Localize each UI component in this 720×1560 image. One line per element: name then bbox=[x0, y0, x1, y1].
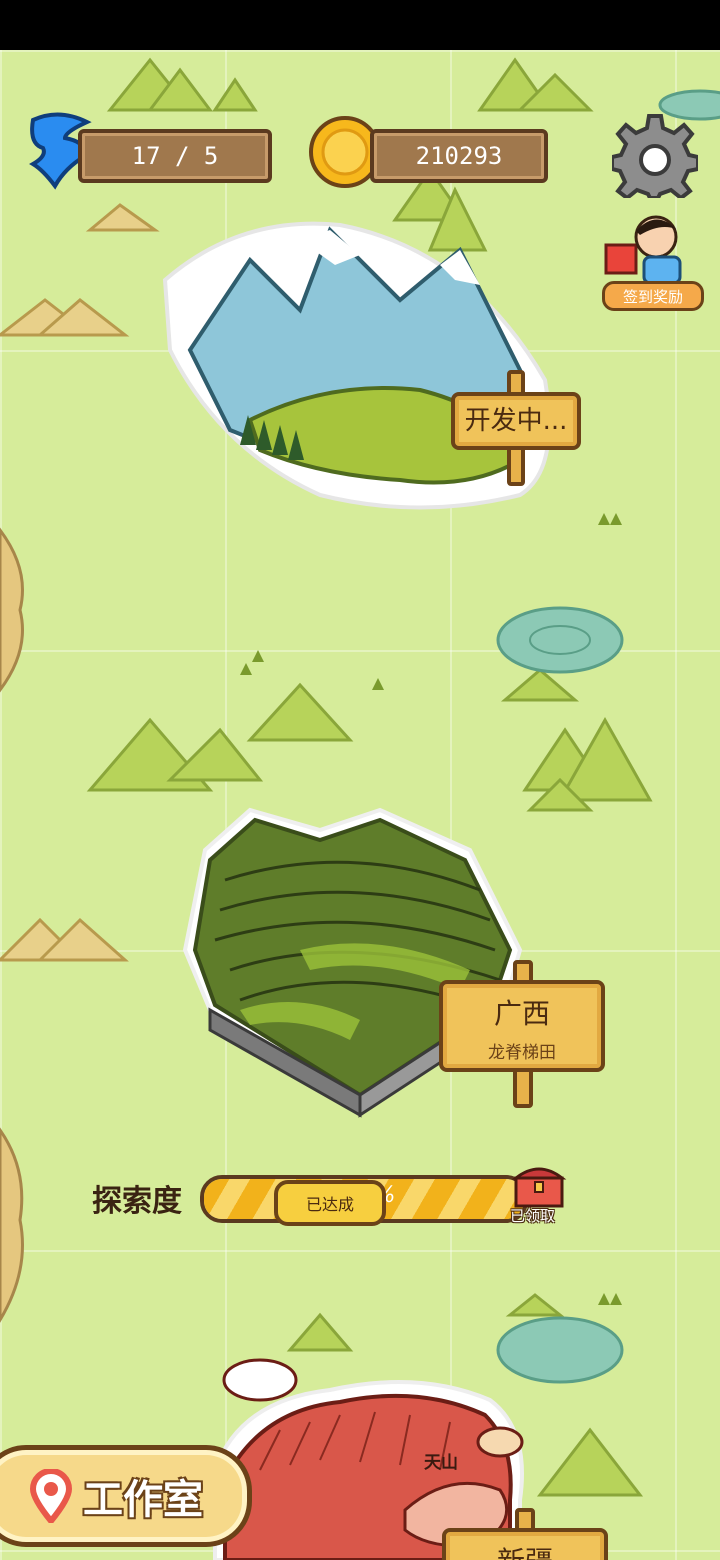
exploration-label: 探索度 bbox=[92, 1184, 182, 1219]
region-subtitle: 龙脊梯田 bbox=[488, 1043, 556, 1063]
checkin-character-icon bbox=[604, 215, 682, 285]
studio-label: 工作室 bbox=[83, 1477, 203, 1523]
coins-value: 210293 bbox=[415, 142, 503, 170]
region-xinjiang-sign[interactable]: 新疆 bbox=[442, 1528, 608, 1560]
checkin-label: 签到奖励 bbox=[602, 281, 704, 311]
location-pin-icon bbox=[29, 1469, 73, 1523]
region-guangxi-sign[interactable]: 广西 龙脊梯田 bbox=[439, 980, 605, 1072]
treasure-chest-icon[interactable] bbox=[510, 1160, 568, 1210]
coins-counter: 210293 bbox=[370, 129, 548, 183]
status-badge: 已达成 bbox=[274, 1180, 386, 1226]
region-title: 广西 bbox=[493, 997, 550, 1030]
game-map[interactable]: 17 / 5 210293 签到奖励 开发中... 广西 龙脊梯田 探索度 10… bbox=[0, 50, 720, 1560]
status-bar bbox=[0, 0, 720, 50]
energy-counter: 17 / 5 bbox=[78, 129, 272, 183]
chest-claimed-label: 已领取 bbox=[510, 1207, 556, 1225]
settings-gear-icon[interactable] bbox=[612, 112, 698, 198]
checkin-reward-button[interactable]: 签到奖励 bbox=[600, 205, 704, 317]
studio-button[interactable]: 工作室 bbox=[0, 1445, 252, 1547]
energy-value: 17 / 5 bbox=[131, 142, 219, 170]
landmark-label: 天山 bbox=[424, 1453, 458, 1473]
region-in-development-sign[interactable]: 开发中... bbox=[451, 392, 581, 450]
